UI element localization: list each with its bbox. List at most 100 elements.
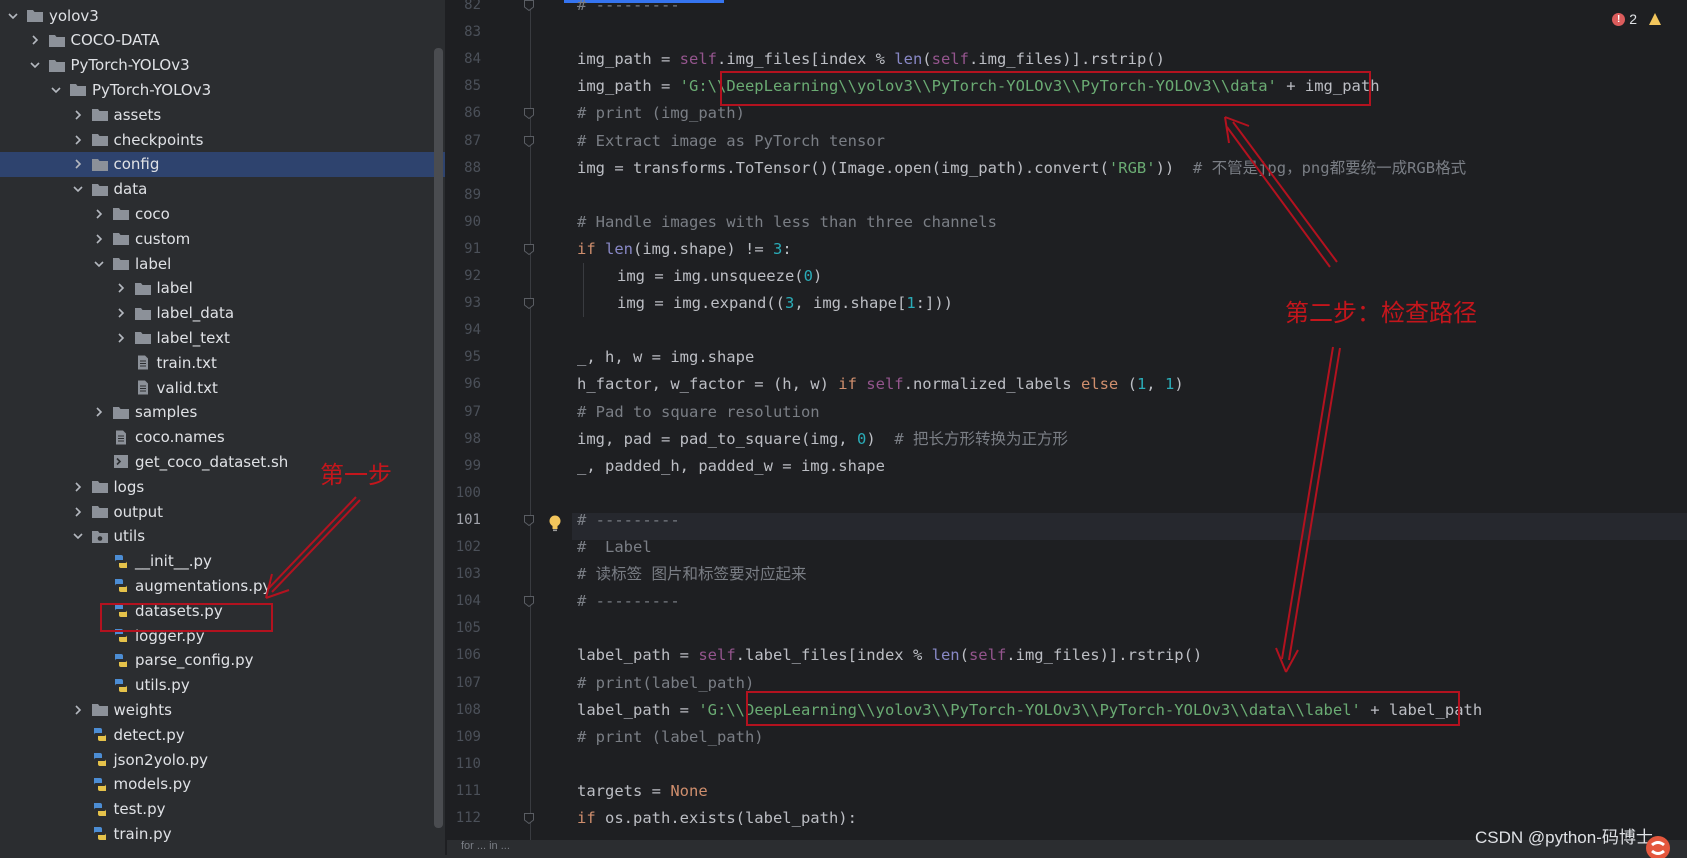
fold-marker-icon[interactable] xyxy=(524,0,534,11)
fold-marker-icon[interactable] xyxy=(524,596,534,608)
chevron-right-icon[interactable] xyxy=(114,331,128,345)
tree-item[interactable]: augmentations.py xyxy=(0,573,447,598)
tree-item[interactable]: __init__.py xyxy=(0,549,447,574)
chevron-down-icon[interactable] xyxy=(6,9,20,23)
code-line[interactable]: # print(label_path) xyxy=(577,670,754,697)
code-line[interactable]: img = img.expand((3, img.shape[1:])) xyxy=(617,290,953,317)
tree-item[interactable]: coco.names xyxy=(0,425,447,450)
code-line[interactable]: # 读标签 图片和标签要对应起来 xyxy=(577,561,807,588)
code-line[interactable]: img = img.unsqueeze(0) xyxy=(617,263,822,290)
fold-marker-icon[interactable] xyxy=(524,135,534,147)
tree-item[interactable]: utils.py xyxy=(0,673,447,698)
chevron-right-icon[interactable] xyxy=(92,207,106,221)
line-number: 105 xyxy=(455,620,481,637)
tree-item-label: COCO-DATA xyxy=(70,31,160,50)
tree-item[interactable]: label_text xyxy=(0,325,447,350)
code-token: if xyxy=(838,375,867,394)
tree-item[interactable]: samples xyxy=(0,400,447,425)
tree-item[interactable]: yolov3 xyxy=(0,3,447,28)
fold-marker-icon[interactable] xyxy=(524,108,534,120)
tree-item[interactable]: detect.py xyxy=(0,722,447,747)
chevron-right-icon[interactable] xyxy=(114,281,128,295)
chevron-right-icon[interactable] xyxy=(92,405,106,419)
tree-item[interactable]: parse_config.py xyxy=(0,648,447,673)
code-line[interactable]: targets = None xyxy=(577,778,708,805)
chevron-right-icon[interactable] xyxy=(71,133,85,147)
code-line[interactable]: if os.path.exists(label_path): xyxy=(577,805,857,832)
chevron-right-icon[interactable] xyxy=(71,703,85,717)
tree-item[interactable]: assets xyxy=(0,102,447,127)
chevron-down-icon[interactable] xyxy=(71,529,85,543)
code-line[interactable]: label_path = self.label_files[index % le… xyxy=(577,642,1202,669)
fold-marker-icon[interactable] xyxy=(524,813,534,824)
line-number: 111 xyxy=(455,782,481,799)
chevron-down-icon[interactable] xyxy=(71,182,85,196)
code-line[interactable]: if len(img.shape) != 3: xyxy=(577,236,792,263)
chevron-right-icon[interactable] xyxy=(71,480,85,494)
tree-item[interactable]: checkpoints xyxy=(0,127,447,152)
lightbulb-icon[interactable] xyxy=(547,514,563,534)
code-line[interactable]: img = transforms.ToTensor()(Image.open(i… xyxy=(577,155,1466,182)
tree-item[interactable]: label xyxy=(0,251,447,276)
code-line[interactable]: img, pad = pad_to_square(img, 0) # 把长方形转… xyxy=(577,426,1068,453)
code-token: 'RGB' xyxy=(1108,158,1156,177)
tree-item[interactable]: label_data xyxy=(0,301,447,326)
chevron-right-icon[interactable] xyxy=(71,505,85,519)
code-line[interactable]: _, padded_h, padded_w = img.shape xyxy=(577,453,885,480)
tree-item[interactable]: weights xyxy=(0,697,447,722)
tree-item-label: models.py xyxy=(113,775,192,794)
line-number: 102 xyxy=(455,539,481,555)
tree-item[interactable]: PyTorch-YOLOv3 xyxy=(0,53,447,78)
code-editor[interactable]: 82 83 84 85 86 87 88 89 90 91 92 93 94 95 96 97 98 99 100 1… xyxy=(447,0,1687,855)
code-token: # --------- xyxy=(577,510,680,529)
tree-item-label: get_coco_dataset.sh xyxy=(135,452,289,471)
tree-item[interactable]: test.py xyxy=(0,797,447,822)
code-line[interactable]: # --------- xyxy=(577,0,680,19)
code-line[interactable]: # print (label_path) xyxy=(577,724,764,751)
fold-marker-icon[interactable] xyxy=(524,298,534,310)
chevron-right-icon[interactable] xyxy=(114,306,128,320)
chevron-right-icon[interactable] xyxy=(71,108,85,122)
tree-item[interactable]: coco xyxy=(0,201,447,226)
csdn-logo-icon xyxy=(1646,836,1670,858)
tree-item[interactable]: utils xyxy=(0,524,447,549)
chevron-down-icon[interactable] xyxy=(49,83,63,97)
code-token: .img_files)].rstrip() xyxy=(1006,646,1203,665)
chevron-right-icon[interactable] xyxy=(92,232,106,246)
fold-guide-line xyxy=(530,0,531,840)
code-line[interactable]: # Label xyxy=(577,534,652,561)
code-line[interactable]: # Pad to square resolution xyxy=(577,399,820,426)
code-token: # print(label_path) xyxy=(577,673,755,692)
tree-item[interactable]: json2yolo.py xyxy=(0,747,447,772)
code-line[interactable]: # --------- xyxy=(577,507,680,534)
tree-scrollbar[interactable] xyxy=(434,48,443,828)
tree-item[interactable]: PyTorch-YOLOv3 xyxy=(0,77,447,102)
tree-item[interactable]: train.txt xyxy=(0,350,447,375)
chevron-down-icon[interactable] xyxy=(28,58,42,72)
tree-item[interactable]: COCO-DATA xyxy=(0,28,447,53)
code-line[interactable]: _, h, w = img.shape xyxy=(577,344,754,371)
tree-item-label: parse_config.py xyxy=(135,651,254,670)
code-line[interactable]: h_factor, w_factor = (h, w) if self.norm… xyxy=(577,371,1184,398)
tree-item[interactable]: config xyxy=(0,151,447,177)
chevron-down-icon[interactable] xyxy=(92,257,106,271)
tree-item[interactable]: train.py xyxy=(0,821,447,846)
chevron-right-icon[interactable] xyxy=(71,157,85,171)
tree-item[interactable]: models.py xyxy=(0,772,447,797)
code-line[interactable]: img_path = self.img_files[index % len(se… xyxy=(577,46,1165,73)
code-token: 1 xyxy=(906,294,916,313)
code-token: # 读标签 图片和标签要对应起来 xyxy=(577,565,807,584)
fold-marker-icon[interactable] xyxy=(524,514,534,526)
fold-marker-icon[interactable] xyxy=(524,243,534,255)
tree-item[interactable]: valid.txt xyxy=(0,375,447,400)
code-line[interactable]: # Handle images with less than three cha… xyxy=(577,209,997,236)
tree-item[interactable]: data xyxy=(0,177,447,202)
tree-item[interactable]: label xyxy=(0,276,447,301)
inspection-widget[interactable]: ! 2 xyxy=(1612,11,1661,27)
code-line[interactable]: # Extract image as PyTorch tensor xyxy=(577,128,885,155)
tree-item[interactable]: custom xyxy=(0,226,447,251)
tree-item[interactable]: output xyxy=(0,499,447,524)
chevron-right-icon[interactable] xyxy=(28,33,42,47)
code-line[interactable]: # --------- xyxy=(577,588,680,615)
folder-icon xyxy=(69,82,87,97)
